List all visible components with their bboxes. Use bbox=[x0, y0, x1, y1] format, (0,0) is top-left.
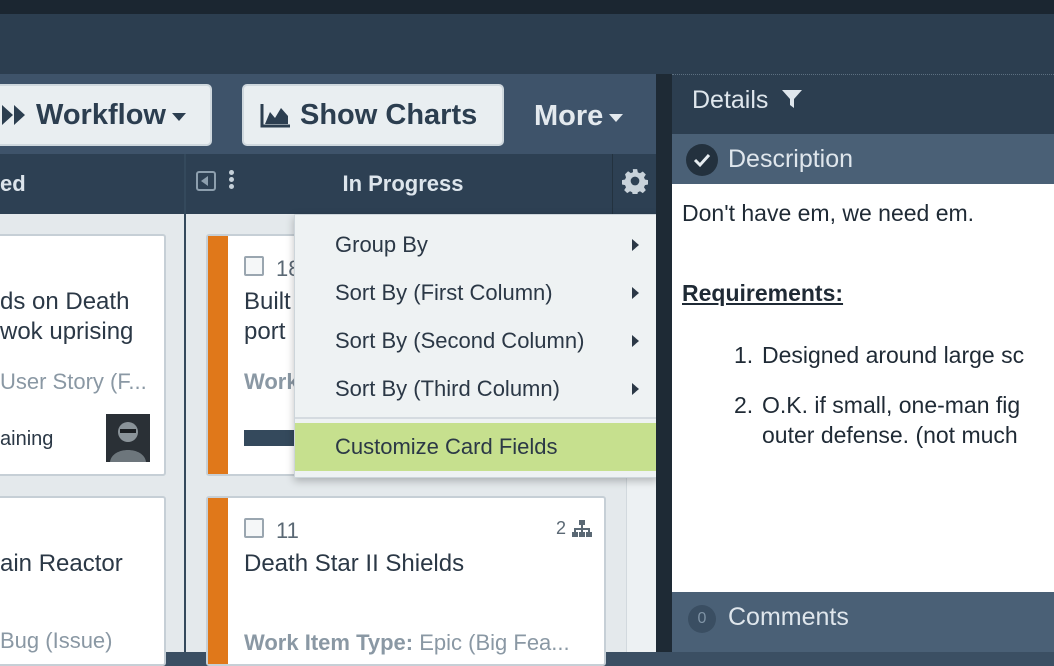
description-title: Description bbox=[728, 145, 854, 173]
requirement-item: O.K. if small, one-man fig bbox=[762, 392, 1021, 418]
comments-title: Comments bbox=[728, 603, 849, 631]
description-body[interactable]: Don't have em, we need em. Requirements:… bbox=[672, 184, 1054, 592]
card-checkbox[interactable] bbox=[244, 256, 264, 276]
card-priority-stripe bbox=[208, 236, 228, 474]
menu-item-customize-card-fields[interactable]: Customize Card Fields bbox=[295, 423, 657, 471]
menu-item-group-by[interactable]: Group By bbox=[295, 221, 657, 269]
chevron-down-icon bbox=[171, 113, 186, 121]
avatar-icon bbox=[106, 414, 150, 462]
card-checkbox[interactable] bbox=[244, 518, 264, 538]
card-id: 11 bbox=[276, 518, 299, 543]
fast-forward-icon bbox=[2, 105, 25, 125]
card-type-value: Epic (Big Fea... bbox=[419, 630, 570, 655]
details-title: Details bbox=[692, 80, 803, 120]
avatar bbox=[106, 414, 150, 462]
menu-item-sort-first[interactable]: Sort By (First Column) bbox=[295, 269, 657, 317]
children-count: 2 bbox=[556, 518, 567, 538]
card-status: aining bbox=[0, 428, 54, 450]
more-menu-button[interactable]: More bbox=[534, 94, 624, 138]
chevron-down-icon bbox=[609, 114, 624, 122]
column-divider bbox=[184, 154, 186, 652]
description-text: Don't have em, we need em. bbox=[682, 200, 975, 226]
kebab-menu-icon[interactable] bbox=[229, 170, 235, 194]
panel-divider[interactable] bbox=[656, 74, 672, 652]
show-charts-label: Show Charts bbox=[300, 98, 478, 131]
hierarchy-icon bbox=[572, 520, 592, 537]
comments-count-badge: 0 bbox=[688, 605, 716, 633]
list-number: 2. bbox=[734, 392, 754, 418]
card-title-line1: Built bbox=[244, 288, 291, 315]
card-title-line2: wok uprising bbox=[0, 318, 134, 345]
chevron-right-icon bbox=[632, 239, 639, 251]
card-type-label: Work bbox=[244, 369, 299, 394]
column-settings-button[interactable] bbox=[612, 154, 656, 214]
card-type: User Story (F... bbox=[0, 369, 147, 394]
area-chart-icon bbox=[260, 104, 290, 128]
requirement-item-cont: outer defense. (not much bbox=[762, 422, 1018, 448]
chevron-right-icon bbox=[632, 335, 639, 347]
workflow-label: Workflow bbox=[36, 98, 166, 131]
filter-icon[interactable] bbox=[781, 88, 803, 110]
column-title-in-progress: In Progress bbox=[342, 171, 464, 196]
chevron-right-icon bbox=[632, 383, 639, 395]
column-options-menu: Group By Sort By (First Column) Sort By … bbox=[294, 214, 658, 478]
card-title: ain Reactor bbox=[0, 550, 123, 577]
more-label: More bbox=[534, 99, 604, 132]
menu-item-label: Group By bbox=[335, 232, 428, 257]
menu-item-label: Sort By (Third Column) bbox=[335, 376, 560, 401]
collapse-column-icon[interactable] bbox=[196, 171, 216, 191]
menu-item-sort-second[interactable]: Sort By (Second Column) bbox=[295, 317, 657, 365]
requirements-heading: Requirements: bbox=[682, 280, 844, 306]
menu-item-label: Sort By (First Column) bbox=[335, 280, 553, 305]
card-priority-stripe bbox=[208, 498, 228, 664]
requirement-item: Designed around large sc bbox=[762, 342, 1025, 368]
menu-item-label: Sort By (Second Column) bbox=[335, 328, 585, 353]
menu-item-sort-third[interactable]: Sort By (Third Column) bbox=[295, 365, 657, 413]
details-title-text: Details bbox=[692, 86, 769, 114]
card[interactable]: ain Reactor Bug (Issue) bbox=[0, 496, 166, 666]
card[interactable]: ds on Death wok uprising User Story (F..… bbox=[0, 234, 166, 476]
card-title-line1: ds on Death bbox=[0, 288, 130, 315]
app-header bbox=[0, 14, 1054, 74]
gear-icon bbox=[622, 169, 648, 194]
card-title: Death Star II Shields bbox=[244, 550, 465, 577]
card-type: Bug (Issue) bbox=[0, 628, 113, 653]
card[interactable]: 11 2 Death Star II Shields Work Item Typ… bbox=[206, 496, 606, 666]
card-type-label: Work Item Type: bbox=[244, 630, 414, 655]
workflow-button[interactable]: Workflow bbox=[0, 84, 212, 146]
card-title-line2: port bbox=[244, 318, 286, 345]
column-title-left: ed bbox=[0, 171, 26, 196]
show-charts-button[interactable]: Show Charts bbox=[242, 84, 504, 146]
chevron-right-icon bbox=[632, 287, 639, 299]
progress-bar bbox=[244, 430, 296, 446]
top-strip bbox=[0, 0, 1054, 14]
menu-item-label: Customize Card Fields bbox=[335, 434, 558, 459]
list-number: 1. bbox=[734, 342, 754, 368]
check-circle-icon bbox=[686, 144, 718, 176]
menu-separator bbox=[295, 417, 657, 419]
